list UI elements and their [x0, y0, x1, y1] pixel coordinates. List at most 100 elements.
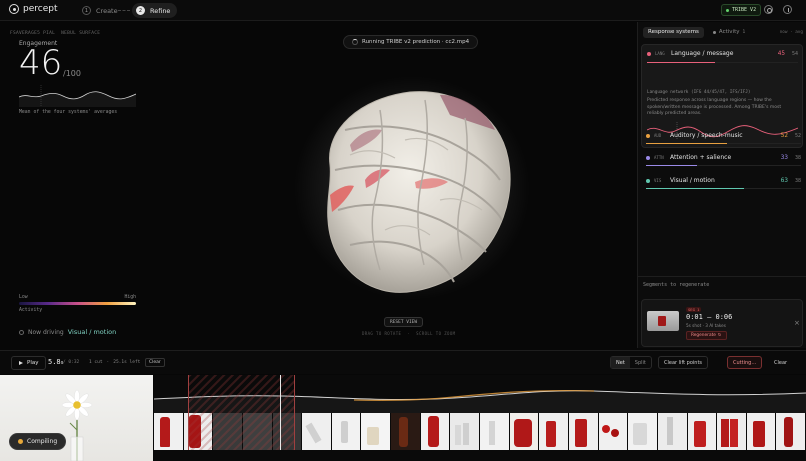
segment-thumbnail — [647, 311, 679, 331]
frame-thumbnail — [687, 413, 718, 450]
driving-value: Visual / motion — [67, 328, 117, 336]
toggle-net[interactable]: Net — [611, 357, 630, 368]
toggle-split[interactable]: Split — [630, 357, 651, 368]
frame-thumbnail — [628, 413, 658, 450]
system-name: Visual / motion — [670, 177, 715, 184]
response-panel: Response systems Activity 1 now · avg LA… — [637, 22, 806, 348]
system-avg: 38 — [794, 177, 801, 184]
engagement-value: 46 — [19, 43, 63, 83]
frame-thumbnail — [480, 413, 510, 450]
clear-cuts-button[interactable]: Clear — [145, 358, 165, 367]
tab-count: 1 — [742, 29, 746, 35]
segment-meta: 5s shot · 3 AI takes — [686, 323, 726, 328]
step-number: 1 — [82, 6, 91, 15]
step-refine[interactable]: 2 Refine — [132, 3, 178, 18]
timeline-footer — [154, 450, 806, 461]
system-bar — [647, 62, 798, 63]
activity-label: Activity — [19, 308, 43, 313]
app-name: percept — [23, 4, 58, 14]
language-description: Predicted response across language regio… — [647, 98, 782, 117]
time-left: 25.1s left — [113, 360, 141, 365]
drag-hint: DRAG TO ROTATE — [362, 331, 402, 336]
language-network-regions: Language network (IFG 44/45/47, IFS/IFJ) — [647, 90, 751, 95]
frame-thumbnail — [568, 413, 599, 450]
status-dot-icon — [726, 8, 729, 12]
tab-activity[interactable]: Activity 1 — [708, 27, 750, 38]
brain-3d-view[interactable] — [290, 70, 530, 310]
regenerate-label: Regenerate — [691, 333, 716, 338]
system-bar — [646, 143, 801, 144]
engagement-note: Mean of the four systems' averages — [19, 110, 118, 115]
frame-thumbnail — [539, 413, 569, 450]
frame-thumbnail — [776, 413, 806, 450]
system-row-attention[interactable]: ATTN Attention + salience 33 38 — [646, 154, 801, 170]
playhead[interactable] — [280, 375, 281, 450]
tab-response-systems[interactable]: Response systems — [643, 26, 704, 38]
segment-card[interactable]: SEG 1 0:01 – 0:06 5s shot · 3 AI takes R… — [641, 299, 803, 347]
system-now: 45 — [777, 50, 785, 57]
activity-gradient — [19, 302, 136, 305]
system-code: VIS — [654, 178, 662, 183]
engagement-sparkline — [19, 85, 136, 107]
system-code: LANG — [655, 51, 665, 56]
clear-lift-points-button[interactable]: Clear lift points — [658, 356, 709, 369]
cut-info: 1 cut · 25.1s left — [89, 360, 141, 365]
tab-label: Activity — [718, 29, 740, 35]
driving-ring-icon — [19, 329, 24, 335]
system-name: Auditory / speech-music — [670, 132, 743, 139]
settings-gear-icon[interactable] — [764, 5, 773, 14]
cut-region[interactable] — [188, 375, 295, 450]
prediction-status-text: Running TRIBE v2 prediction · cc2.mp4 — [362, 39, 470, 45]
step-label: Create — [96, 6, 118, 15]
system-dot-icon — [646, 178, 650, 183]
step-connector — [118, 10, 130, 11]
step-label: Refine — [150, 6, 171, 15]
app-logo[interactable]: percept — [9, 4, 57, 14]
system-code: ATTN — [654, 155, 664, 160]
response-tabs: Response systems Activity 1 now · avg — [643, 26, 803, 38]
frame-thumbnail — [391, 413, 421, 450]
now-avg-label: now · avg — [779, 29, 803, 35]
reset-view-button[interactable]: RESET VIEW — [384, 317, 424, 327]
compiling-dot-icon — [18, 439, 23, 444]
system-row-visual[interactable]: VIS Visual / motion 63 38 — [646, 177, 801, 193]
system-row-auditory[interactable]: AUD Auditory / speech-music 52 52 — [646, 132, 801, 148]
system-dot-icon — [646, 155, 650, 160]
timeline-controls: Play 5.8s / 0:32 1 cut · 25.1s left Clea… — [0, 350, 806, 374]
view-hints: DRAG TO ROTATE · SCROLL TO ZOOM — [362, 331, 456, 336]
system-name: Language / message — [671, 50, 734, 57]
panel-divider — [638, 276, 806, 277]
frame-thumbnail — [154, 413, 184, 450]
play-icon — [19, 361, 23, 365]
play-button[interactable]: Play — [11, 356, 47, 370]
system-bar — [646, 188, 801, 189]
info-icon[interactable] — [783, 5, 792, 14]
prediction-status: Running TRIBE v2 prediction · cc2.mp4 — [343, 35, 479, 49]
cutting-button[interactable]: Cutting… — [727, 356, 763, 369]
current-time: 5.8s — [48, 358, 64, 366]
cut-count: 1 cut — [89, 360, 103, 365]
clear-button[interactable]: Clear — [768, 356, 793, 369]
close-icon[interactable]: × — [794, 319, 800, 327]
frame-thumbnail — [598, 413, 629, 450]
segments-title: Segments to regenerate — [643, 282, 710, 288]
system-dot-icon — [646, 133, 650, 138]
driving-prefix: Now driving — [28, 328, 64, 336]
net-split-toggle: Net Split — [610, 356, 652, 369]
step-number: 2 — [136, 6, 145, 15]
mesh-label: FSAVERAGE5 PIAL — [10, 31, 56, 36]
surface-label: NEBUL SURFACE — [61, 31, 101, 36]
frame-thumbnail — [331, 413, 362, 450]
segment-time: 0:01 – 0:06 — [686, 313, 733, 321]
total-time: / 0:32 — [63, 360, 80, 365]
legend-low: Low — [19, 295, 28, 300]
compiling-status: Compiling — [9, 433, 67, 450]
frame-thumbnail — [746, 413, 777, 450]
activity-dot-icon — [712, 30, 716, 34]
spinner-icon — [352, 39, 358, 45]
frame-thumbnail — [361, 413, 392, 450]
tab-label: Response systems — [648, 29, 699, 35]
regenerate-button[interactable]: Regenerate ↻ — [686, 331, 727, 340]
scroll-hint: SCROLL TO ZOOM — [416, 331, 456, 336]
play-label: Play — [27, 360, 39, 366]
